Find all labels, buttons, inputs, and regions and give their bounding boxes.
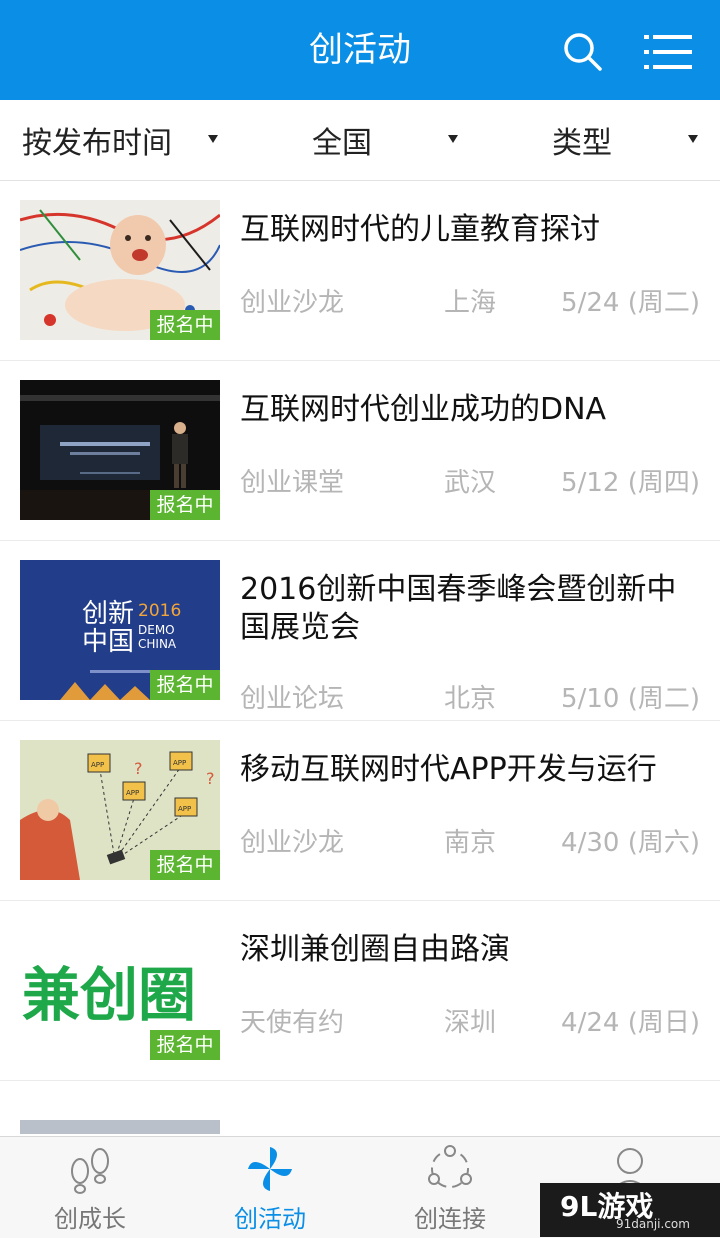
event-meta: 创业课堂 武汉 5/12 (周四) (240, 463, 700, 503)
event-title: 2016创新中国春季峰会暨创新中国展览会 (240, 572, 677, 645)
event-list: 报名中 互联网时代的儿童教育探讨 创业沙龙 上海 5/24 (周二) 报名中 互… (0, 181, 720, 1081)
filter-label: 按发布时间 (22, 126, 172, 161)
event-category: 创业沙龙 (240, 288, 345, 318)
share-icon (428, 1145, 472, 1188)
event-meta: 创业沙龙 南京 4/30 (周六) (240, 823, 700, 863)
event-thumbnail: 创新 中国 2016 DEMO CHINA 报名中 (20, 560, 220, 700)
tab-connect[interactable]: 创连接 (360, 1137, 540, 1238)
dropdown-caret-icon (448, 135, 458, 143)
app-tile-label: APP (173, 759, 186, 767)
pinwheel-icon (248, 1147, 292, 1191)
filter-label: 类型 (552, 126, 612, 161)
event-city: 南京 (444, 828, 497, 858)
app-tile-label: APP (91, 761, 104, 769)
filter-sort-by-time[interactable]: 按发布时间 (22, 100, 218, 180)
event-list-item[interactable]: 兼创圈 报名中 深圳兼创圈自由路演 天使有约 深圳 4/24 (周日) (0, 901, 720, 1081)
poster-text: 中国 (82, 627, 134, 657)
tab-events[interactable]: 创活动 (180, 1137, 360, 1238)
event-title: 互联网时代创业成功的DNA (240, 392, 607, 427)
footprints-icon (71, 1148, 109, 1194)
watermark-url: 91danji.com (616, 1217, 690, 1231)
event-title: 互联网时代的儿童教育探讨 (240, 212, 600, 247)
event-title: 移动互联网时代APP开发与运行 (240, 752, 657, 787)
event-list-item[interactable]: APP APP APP APP ? ? 报名中 移动互联网时代APP开发与运行 … (0, 721, 720, 901)
event-category: 创业课堂 (240, 468, 345, 498)
status-badge: 报名中 (150, 1030, 220, 1060)
event-date: 5/10 (周二) (561, 684, 700, 714)
dropdown-caret-icon (208, 135, 218, 143)
event-category: 创业论坛 (240, 684, 345, 714)
event-date: 4/24 (周日) (561, 1008, 700, 1038)
event-list-item[interactable]: 报名中 互联网时代创业成功的DNA 创业课堂 武汉 5/12 (周四) (0, 361, 720, 541)
event-city: 北京 (444, 684, 497, 714)
app-tile-label: APP (126, 789, 139, 797)
event-category: 创业沙龙 (240, 828, 345, 858)
poster-text: 创新 (82, 599, 134, 629)
event-thumbnail: 报名中 (20, 380, 220, 520)
question-mark: ? (206, 769, 215, 788)
status-badge: 报名中 (150, 490, 220, 520)
poster-brand: CHINA (138, 637, 177, 651)
event-meta: 创业论坛 北京 5/10 (周二) (240, 679, 700, 719)
event-city: 上海 (444, 288, 497, 318)
event-thumbnail: APP APP APP APP ? ? 报名中 (20, 740, 220, 880)
poster-year: 2016 (138, 601, 181, 621)
status-badge: 报名中 (150, 670, 220, 700)
page-title: 创活动 (309, 30, 411, 70)
tab-label: 创活动 (234, 1205, 306, 1233)
event-date: 5/12 (周四) (561, 468, 700, 498)
filter-type[interactable]: 类型 (552, 100, 698, 180)
site-watermark: 9L游戏 91danji.com (540, 1183, 720, 1237)
filter-region[interactable]: 全国 (312, 100, 458, 180)
event-meta: 天使有约 深圳 4/24 (周日) (240, 1003, 700, 1043)
status-badge: 报名中 (150, 310, 220, 340)
event-list-item[interactable]: 创新 中国 2016 DEMO CHINA 报名中 2016创新中国春季峰会暨创… (0, 541, 720, 721)
dropdown-caret-icon (688, 135, 698, 143)
status-badge: 报名中 (150, 850, 220, 880)
event-date: 4/30 (周六) (561, 828, 700, 858)
event-city: 武汉 (444, 468, 497, 498)
event-list-item[interactable]: 报名中 互联网时代的儿童教育探讨 创业沙龙 上海 5/24 (周二) (0, 181, 720, 361)
tab-label: 创连接 (414, 1205, 486, 1233)
question-mark: ? (134, 759, 143, 778)
tab-growth[interactable]: 创成长 (0, 1137, 180, 1238)
poster-brand: DEMO (138, 623, 175, 637)
event-meta: 创业沙龙 上海 5/24 (周二) (240, 283, 700, 323)
app-tile-label: APP (178, 805, 191, 813)
logo-text: 兼创圈 (22, 961, 196, 1029)
event-thumbnail: 兼创圈 报名中 (20, 920, 220, 1060)
event-category: 天使有约 (240, 1008, 345, 1038)
filter-bar: 按发布时间 全国 类型 (0, 100, 720, 181)
event-date: 5/24 (周二) (561, 288, 700, 318)
event-thumbnail: 报名中 (20, 200, 220, 340)
search-icon[interactable] (560, 29, 604, 73)
tab-label: 创成长 (54, 1205, 126, 1233)
next-item-thumbnail-peek (20, 1120, 220, 1134)
event-city: 深圳 (444, 1008, 497, 1038)
filter-label: 全国 (312, 126, 372, 161)
menu-icon[interactable] (644, 32, 692, 72)
event-title: 深圳兼创圈自由路演 (240, 932, 510, 967)
top-app-bar: 创活动 (0, 0, 720, 100)
